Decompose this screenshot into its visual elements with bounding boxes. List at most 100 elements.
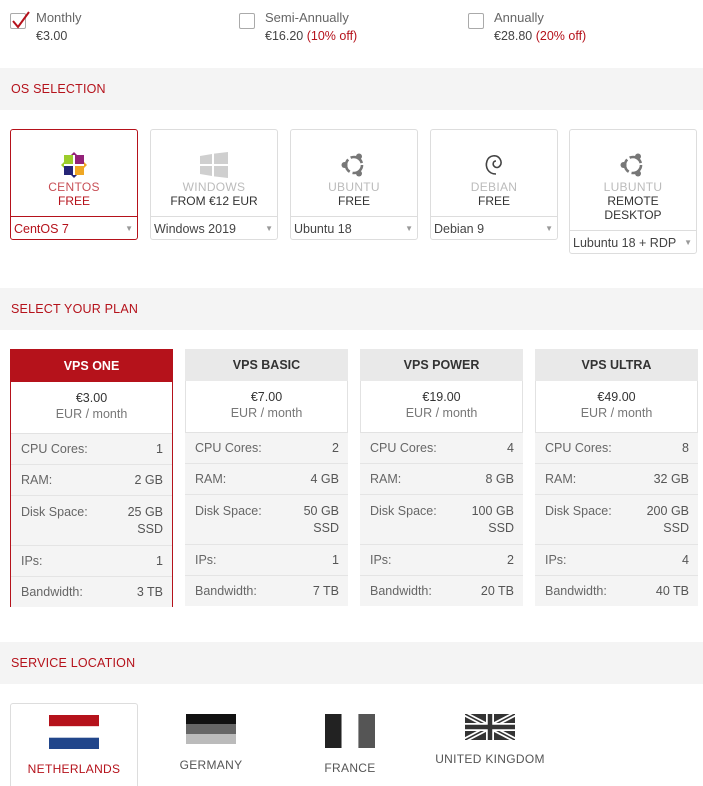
- os-version-select-windows[interactable]: Windows 2019 ▼: [151, 216, 277, 241]
- billing-option-monthly[interactable]: Monthly €3.00: [10, 8, 210, 48]
- os-price: FREE: [477, 194, 510, 208]
- os-name: WINDOWS: [182, 180, 246, 194]
- spec-label: RAM:: [21, 473, 53, 487]
- spec-label: RAM:: [545, 472, 577, 486]
- os-name: UBUNTU: [328, 180, 380, 194]
- ubuntu-icon: [570, 130, 696, 178]
- spec-value: 200 GB SSD: [646, 504, 689, 535]
- germany-flag-icon: [186, 714, 236, 744]
- os-card-lubuntu[interactable]: LUBUNTU REMOTE DESKTOP Lubuntu 18 + RDP ▼: [569, 129, 697, 254]
- os-card-centos[interactable]: CENTOS FREE CentOS 7 ▼: [10, 129, 138, 240]
- france-flag-icon: [325, 714, 375, 748]
- section-header-os: OS SELECTION: [0, 68, 703, 110]
- os-price-line-2: DESKTOP: [604, 208, 662, 222]
- spec-value: 1: [156, 554, 163, 568]
- plan-period: EUR / month: [580, 406, 653, 420]
- plan-spec-list: CPU Cores: 2 RAM: 4 GB Disk Space: 50 GB SSD I…: [185, 432, 348, 606]
- plan-spec-row: Disk Space: 200 GB SSD: [535, 495, 698, 545]
- plan-name: VPS BASIC: [185, 349, 348, 381]
- plan-price: €19.00: [422, 390, 461, 404]
- plan-spec-row: IPs: 1: [185, 545, 348, 576]
- os-version-select-debian[interactable]: Debian 9 ▼: [431, 216, 557, 241]
- spec-label: Bandwidth:: [21, 585, 83, 599]
- chevron-down-icon: ▼: [684, 238, 692, 247]
- location-label: NETHERLANDS: [27, 762, 121, 776]
- spec-value: 32 GB: [653, 472, 689, 486]
- os-version-select-lubuntu[interactable]: Lubuntu 18 + RDP ▼: [570, 230, 696, 255]
- billing-option-annually[interactable]: Annually €28.80 (20% off): [468, 8, 668, 48]
- location-label: FRANCE: [324, 761, 376, 775]
- plan-card-vps-ultra[interactable]: VPS ULTRA €49.00 EUR / month CPU Cores: 8 RAM…: [535, 349, 698, 607]
- plan-spec-row: Bandwidth: 3 TB: [11, 577, 172, 607]
- billing-price: €28.80 (20% off): [494, 29, 587, 43]
- os-version-select-ubuntu[interactable]: Ubuntu 18 ▼: [291, 216, 417, 241]
- chevron-down-icon: ▼: [405, 224, 413, 233]
- plan-card-vps-power[interactable]: VPS POWER €19.00 EUR / month CPU Cores: 4 RAM…: [360, 349, 523, 607]
- os-card-windows[interactable]: WINDOWS FROM €12 EUR Windows 2019 ▼: [150, 129, 278, 240]
- spec-value: 8: [682, 441, 689, 455]
- plan-spec-row: RAM: 4 GB: [185, 464, 348, 495]
- plan-spec-row: RAM: 2 GB: [11, 465, 172, 496]
- chevron-down-icon: ▼: [125, 224, 133, 233]
- spec-label: IPs:: [545, 553, 567, 567]
- spec-label: Disk Space:: [21, 505, 88, 519]
- location-netherlands[interactable]: NETHERLANDS: [10, 703, 138, 786]
- plan-spec-list: CPU Cores: 8 RAM: 32 GB Disk Space: 200 GB SS…: [535, 432, 698, 606]
- spec-value: 3 TB: [136, 585, 163, 599]
- spec-label: Disk Space:: [370, 504, 437, 518]
- plan-spec-row: Bandwidth: 7 TB: [185, 576, 348, 606]
- os-price: REMOTE: [607, 194, 659, 208]
- plan-spec-row: Disk Space: 100 GB SSD: [360, 495, 523, 545]
- spec-value: 2: [332, 441, 339, 455]
- checkmark-icon: [12, 11, 30, 29]
- plan-card-vps-basic[interactable]: VPS BASIC €7.00 EUR / month CPU Cores: 2 RAM:…: [185, 349, 348, 607]
- plan-spec-row: RAM: 32 GB: [535, 464, 698, 495]
- billing-option-semi-annually[interactable]: Semi-Annually €16.20 (10% off): [239, 8, 439, 48]
- spec-label: Bandwidth:: [370, 584, 432, 598]
- spec-value: 100 GB SSD: [471, 504, 514, 535]
- windows-icon: [151, 130, 277, 178]
- plan-spec-row: IPs: 1: [11, 546, 172, 577]
- checkbox-annually[interactable]: [468, 13, 484, 29]
- plan-spec-row: Bandwidth: 40 TB: [535, 576, 698, 606]
- os-card-debian[interactable]: DEBIAN FREE Debian 9 ▼: [430, 129, 558, 240]
- spec-value: 2: [507, 553, 514, 567]
- plan-price: €7.00: [250, 390, 283, 404]
- spec-label: CPU Cores:: [370, 441, 437, 455]
- os-version-select-centos[interactable]: CentOS 7 ▼: [11, 216, 137, 241]
- location-united-kingdom[interactable]: UNITED KINGDOM: [426, 703, 554, 786]
- location-label: GERMANY: [179, 758, 243, 772]
- uk-flag-icon: [465, 714, 515, 740]
- spec-value: 4: [682, 553, 689, 567]
- checkbox-semi-annually[interactable]: [239, 13, 255, 29]
- checkbox-monthly[interactable]: [10, 11, 30, 29]
- location-france[interactable]: FRANCE: [286, 703, 414, 786]
- plan-price-block: €49.00 EUR / month: [535, 381, 698, 432]
- spec-value: 1: [332, 553, 339, 567]
- plan-price: €3.00: [75, 391, 108, 405]
- spec-label: IPs:: [370, 553, 392, 567]
- plan-card-vps-one[interactable]: VPS ONE €3.00 EUR / month CPU Cores: 1 RAM: 2 …: [10, 349, 173, 607]
- plan-spec-row: Disk Space: 50 GB SSD: [185, 495, 348, 545]
- section-header-location: SERVICE LOCATION: [0, 642, 703, 684]
- spec-label: IPs:: [195, 553, 217, 567]
- spec-label: RAM:: [370, 472, 402, 486]
- plan-spec-list: CPU Cores: 4 RAM: 8 GB Disk Space: 100 GB SSD…: [360, 432, 523, 606]
- netherlands-flag-icon: [49, 715, 99, 749]
- plan-spec-row: Disk Space: 25 GB SSD: [11, 496, 172, 546]
- os-price: FREE: [337, 194, 370, 208]
- os-card-ubuntu[interactable]: UBUNTU FREE Ubuntu 18 ▼: [290, 129, 418, 240]
- plan-name: VPS ONE: [11, 350, 172, 382]
- spec-value: 7 TB: [312, 584, 339, 598]
- spec-label: CPU Cores:: [21, 442, 88, 456]
- spec-value: 8 GB: [485, 472, 515, 486]
- location-germany[interactable]: GERMANY: [147, 703, 275, 786]
- ubuntu-icon: [291, 130, 417, 178]
- plan-spec-row: CPU Cores: 8: [535, 433, 698, 464]
- discount-label: (10% off): [306, 29, 358, 43]
- plan-spec-row: RAM: 8 GB: [360, 464, 523, 495]
- spec-label: IPs:: [21, 554, 43, 568]
- plan-period: EUR / month: [55, 407, 128, 421]
- billing-price: €16.20 (10% off): [265, 29, 358, 43]
- billing-label: Annually: [494, 10, 544, 25]
